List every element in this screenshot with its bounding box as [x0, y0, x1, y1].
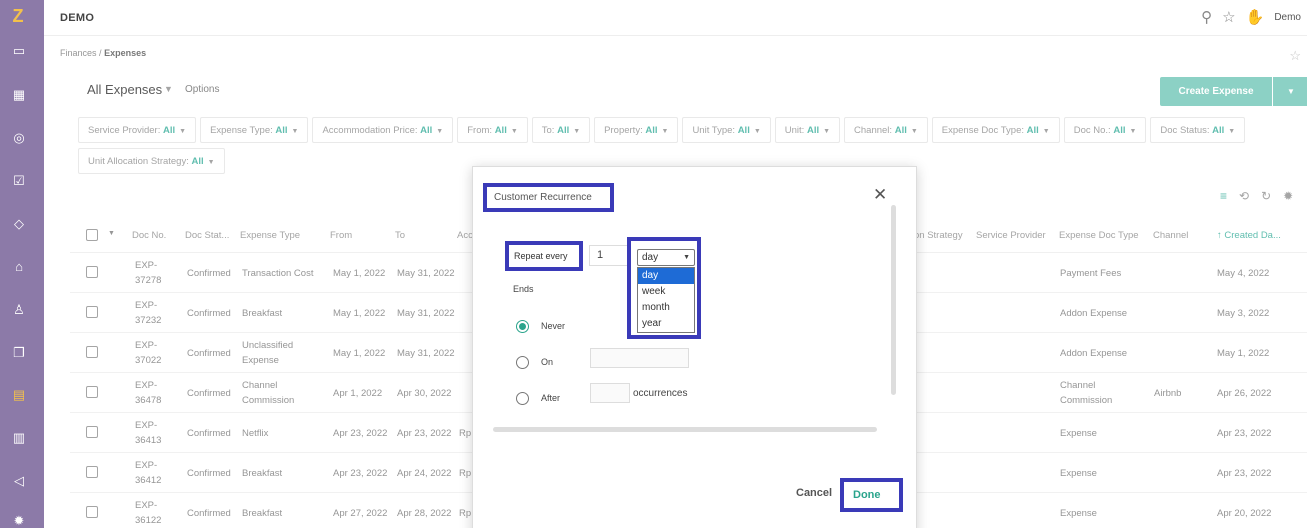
chart-icon[interactable]: ▥	[10, 429, 28, 447]
end-date-input[interactable]	[590, 348, 689, 368]
horizontal-scrollbar[interactable]	[493, 427, 877, 432]
top-bar: DEMO ⚲ ☆ ✋ Demo	[44, 0, 1307, 36]
user-icon[interactable]: ♙	[10, 301, 28, 319]
search-icon[interactable]: ⚲	[1201, 8, 1212, 26]
ends-on-label[interactable]: On	[541, 357, 553, 367]
repeat-every-label: Repeat every	[505, 241, 583, 271]
copy-icon[interactable]: ❐	[10, 344, 28, 362]
vertical-scrollbar[interactable]	[891, 205, 896, 395]
close-icon[interactable]: ✕	[873, 185, 887, 205]
dialog-title: Customer Recurrence	[483, 183, 614, 212]
logo-icon[interactable]: Z	[8, 6, 28, 26]
ends-after-label[interactable]: After	[541, 393, 560, 403]
repeat-unit-highlight: day ▼ day week month year	[627, 237, 701, 339]
hand-icon[interactable]: ✋	[1246, 8, 1265, 26]
selected-unit: day	[642, 252, 659, 263]
repeat-unit-select[interactable]: day ▼	[637, 249, 695, 266]
calculator-icon[interactable]: ▤	[10, 386, 28, 404]
user-name[interactable]: Demo	[1274, 12, 1301, 23]
ends-on-radio[interactable]	[516, 356, 529, 369]
chevron-down-icon: ▼	[683, 254, 690, 261]
sidebar: Z ▭ ▦ ◎ ☑ ◇ ⌂ ♙ ❐ ▤ ▥ ◁ ✹	[0, 0, 44, 528]
done-button[interactable]: Done	[840, 478, 903, 512]
occurrences-label: occurrences	[633, 388, 688, 399]
checklist-icon[interactable]: ☑	[10, 172, 28, 190]
ends-after-radio[interactable]	[516, 392, 529, 405]
repeat-unit-options: day week month year	[637, 267, 695, 333]
unit-option-day[interactable]: day	[638, 268, 694, 284]
cancel-button[interactable]: Cancel	[796, 487, 832, 499]
ends-never-label[interactable]: Never	[541, 321, 565, 331]
chat-icon[interactable]: ▭	[10, 42, 28, 60]
gear-icon[interactable]: ✹	[10, 512, 28, 528]
occurrences-input[interactable]	[590, 383, 630, 403]
customer-recurrence-dialog: Customer Recurrence ✕ Repeat every 1 day…	[472, 166, 917, 528]
map-pin-icon[interactable]: ◎	[10, 129, 28, 147]
unit-option-week[interactable]: week	[638, 284, 694, 300]
calendar-icon[interactable]: ▦	[10, 86, 28, 104]
megaphone-icon[interactable]: ◁	[10, 472, 28, 490]
home-icon[interactable]: ⌂	[10, 258, 28, 276]
unit-option-month[interactable]: month	[638, 300, 694, 316]
star-icon[interactable]: ☆	[1222, 8, 1235, 26]
ends-never-radio[interactable]	[516, 320, 529, 333]
ends-label: Ends	[513, 284, 534, 294]
tag-icon[interactable]: ◇	[10, 215, 28, 233]
repeat-interval-input[interactable]: 1	[589, 245, 631, 266]
unit-option-year[interactable]: year	[638, 316, 694, 332]
brand-name: DEMO	[60, 12, 95, 24]
